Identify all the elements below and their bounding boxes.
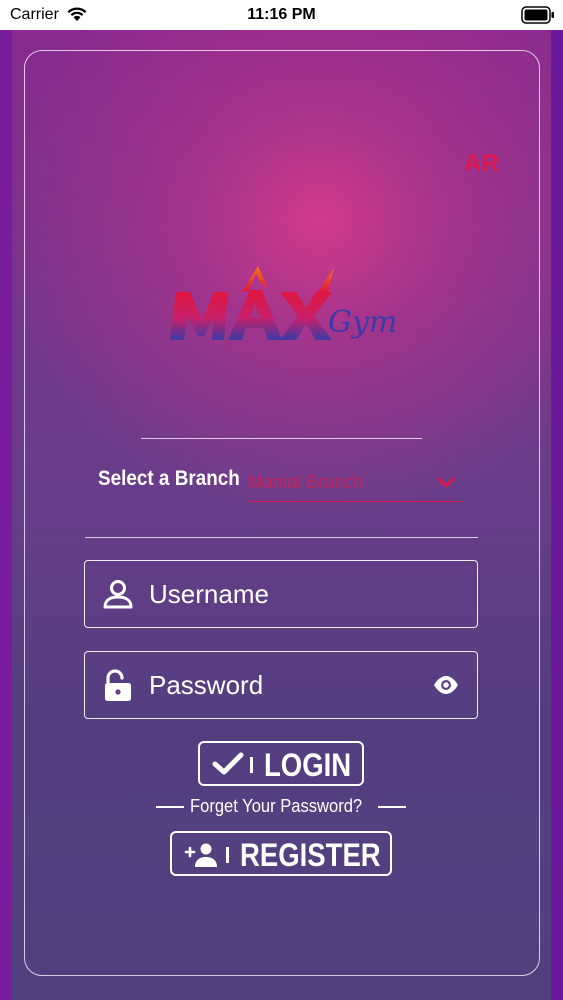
status-time: 11:16 PM <box>247 6 316 23</box>
login-button-label: LOGIN <box>264 747 352 783</box>
divider-middle <box>85 537 478 538</box>
register-button-separator <box>226 847 229 863</box>
person-icon <box>103 580 133 609</box>
add-user-icon <box>184 843 217 867</box>
forgot-dash-left <box>156 806 184 808</box>
language-toggle-button[interactable]: AR <box>464 150 499 178</box>
login-button-separator <box>250 757 253 773</box>
forgot-password-row: Forget Your Password? <box>156 795 406 819</box>
forgot-password-link[interactable]: Forget Your Password? <box>190 796 362 817</box>
check-icon <box>212 752 244 775</box>
password-field[interactable] <box>84 651 478 719</box>
max-gym-logo: Gym <box>170 266 397 340</box>
status-bar: Carrier 11:16 PM <box>0 0 563 30</box>
battery-icon <box>521 6 554 24</box>
lock-open-icon <box>105 669 131 701</box>
username-field[interactable] <box>84 560 478 628</box>
register-button-label: REGISTER <box>240 837 381 873</box>
password-input[interactable] <box>149 662 419 708</box>
eye-icon[interactable] <box>433 675 459 695</box>
username-input[interactable] <box>149 571 419 617</box>
logo-gym-text: Gym <box>328 305 397 340</box>
login-button[interactable]: LOGIN <box>198 741 364 786</box>
register-button[interactable]: REGISTER <box>170 831 392 876</box>
branch-select[interactable]: Manial Branch <box>248 468 462 502</box>
branch-selected-value: Manial Branch <box>248 472 364 492</box>
forgot-dash-right <box>378 806 406 808</box>
chevron-down-icon <box>437 477 455 488</box>
divider-top <box>141 438 422 439</box>
branch-label: Select a Branch <box>98 467 240 490</box>
